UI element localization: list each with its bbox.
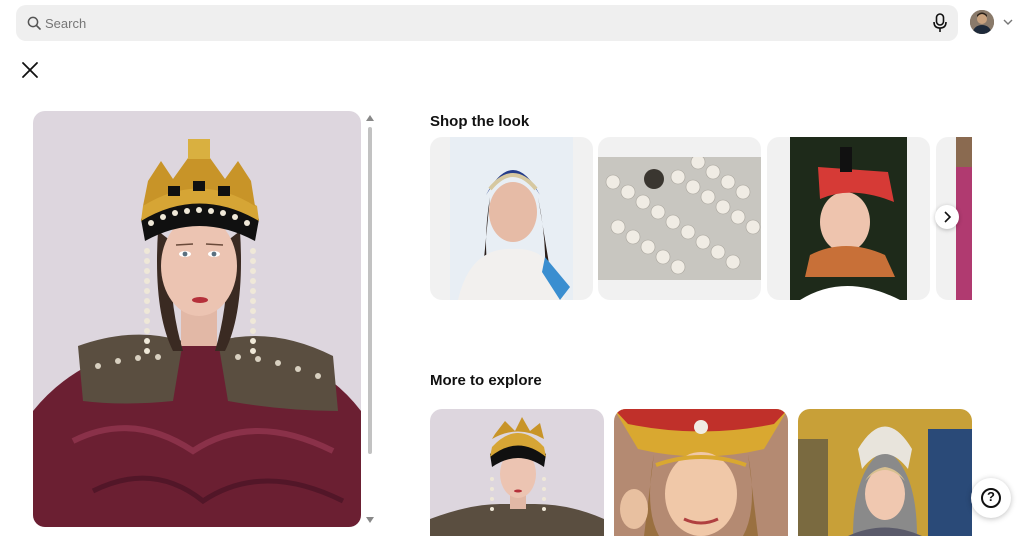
close-icon[interactable] <box>20 60 40 80</box>
pin-image[interactable] <box>33 111 361 527</box>
explore-pin-image <box>614 409 788 536</box>
help-label: ? <box>987 489 995 504</box>
explore-pin[interactable] <box>430 409 604 536</box>
more-to-explore-heading: More to explore <box>430 372 542 389</box>
explore-pin[interactable] <box>614 409 788 536</box>
shop-the-look-carousel <box>430 137 972 300</box>
chevron-right-icon <box>944 211 952 223</box>
product-card[interactable] <box>430 137 593 300</box>
microphone-icon[interactable] <box>932 13 948 33</box>
avatar-photo <box>970 10 994 34</box>
search-bar[interactable] <box>16 5 958 41</box>
product-image <box>450 137 573 300</box>
help-button[interactable]: ? <box>971 478 1011 518</box>
product-card[interactable] <box>767 137 930 300</box>
shop-the-look-heading: Shop the look <box>430 113 530 130</box>
explore-pin-image <box>430 409 604 536</box>
product-image <box>790 137 907 300</box>
explore-pin-image <box>798 409 972 536</box>
search-icon <box>27 16 41 30</box>
search-input[interactable] <box>45 5 925 41</box>
scroll-up-icon[interactable] <box>365 114 375 122</box>
explore-pin[interactable] <box>798 409 972 536</box>
scrollbar-thumb[interactable] <box>368 127 372 454</box>
product-image <box>598 157 761 280</box>
scrollbar[interactable] <box>365 114 375 526</box>
scroll-down-icon[interactable] <box>365 516 375 524</box>
pin-photo <box>33 111 361 527</box>
chevron-down-icon[interactable] <box>1002 17 1014 27</box>
product-card[interactable] <box>598 137 761 300</box>
avatar[interactable] <box>970 10 994 34</box>
carousel-next-button[interactable] <box>935 205 959 229</box>
